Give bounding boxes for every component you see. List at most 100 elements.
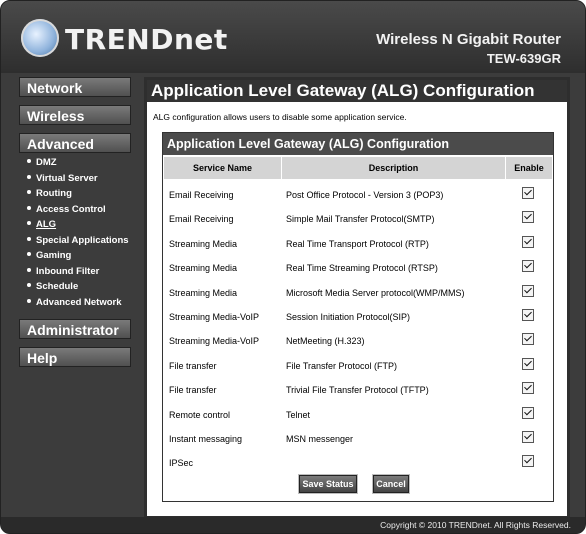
service-description: Real Time Transport Protocol (RTP): [286, 238, 429, 249]
sidebar: Network Wireless Advanced DMZ Virtual Se…: [1, 73, 141, 533]
submenu-item-label: Inbound Filter: [36, 265, 100, 277]
service-description: Post Office Protocol - Version 3 (POP3): [286, 190, 444, 200]
submenu-item-inbound-filter[interactable]: Inbound Filter: [25, 266, 135, 282]
page-title: Application Level Gateway (ALG) Configur…: [147, 80, 567, 102]
trendnet-logo-icon: [21, 19, 59, 57]
enable-checkbox[interactable]: [522, 260, 534, 273]
table-row: Streaming Media Microsoft Media Server p…: [164, 281, 552, 305]
submenu-item-label: Schedule: [36, 281, 79, 292]
menu-network[interactable]: Network: [19, 77, 131, 97]
table-row: Streaming Media-VoIP NetMeeting (H.323): [164, 329, 552, 353]
submenu-item-access-control[interactable]: Access Control: [25, 204, 135, 220]
service-description: Simple Mail Transfer Protocol(SMTP): [286, 214, 435, 225]
submenu-item-label: Special Applications: [36, 234, 129, 246]
page-description: ALG configuration allows users to disabl…: [153, 112, 407, 122]
service-name: Streaming Media: [169, 238, 238, 249]
menu-help[interactable]: Help: [19, 347, 131, 367]
enable-checkbox[interactable]: [522, 406, 534, 419]
enable-checkbox[interactable]: [522, 333, 534, 346]
enable-checkbox[interactable]: [522, 455, 534, 468]
submenu-item-routing[interactable]: Routing: [25, 188, 135, 204]
submenu-item-special-applications[interactable]: Special Applications: [25, 235, 135, 251]
save-status-button[interactable]: Save Status: [299, 475, 357, 493]
table-row: IPSec: [164, 451, 552, 475]
submenu-item-label: Virtual Server: [36, 172, 98, 184]
bullet-icon: [27, 252, 31, 257]
table-row: Streaming Media-VoIP Session Initiation …: [164, 305, 552, 329]
copyright-footer: Copyright © 2010 TRENDnet. All Rights Re…: [1, 517, 585, 533]
service-description: Real Time Streaming Protocol (RTSP): [286, 263, 438, 274]
table-row: Streaming Media Real Time Streaming Prot…: [164, 256, 552, 280]
column-header-service: Service Name: [192, 163, 253, 173]
alg-config-table: Application Level Gateway (ALG) Configur…: [162, 132, 554, 502]
service-description: NetMeeting (H.323): [286, 336, 365, 347]
service-description: MSN messenger: [286, 434, 354, 444]
service-description: File Transfer Protocol (FTP): [286, 360, 398, 371]
product-model: TEW-639GR: [486, 51, 561, 66]
service-description: Telnet: [286, 409, 311, 420]
enable-checkbox[interactable]: [522, 187, 534, 199]
service-name: Remote control: [169, 409, 231, 420]
service-name: Streaming Media-VoIP: [169, 312, 260, 322]
submenu-item-label: DMZ: [36, 157, 57, 168]
service-name: IPSec: [169, 458, 194, 469]
service-description: Microsoft Media Server protocol(WMP/MMS): [286, 287, 465, 298]
bullet-icon: [27, 221, 31, 226]
column-header-description: Description: [281, 157, 505, 179]
product-name: Wireless N Gigabit Router: [376, 31, 561, 48]
service-name: Streaming Media: [169, 263, 238, 274]
submenu-item-label: ALG: [36, 219, 57, 230]
header: TRENDnet Wireless N Gigabit Router TEW-6…: [1, 1, 585, 73]
enable-checkbox[interactable]: [522, 211, 534, 224]
submenu-item-label: Advanced Network: [36, 296, 122, 308]
cancel-button[interactable]: Cancel: [373, 475, 409, 493]
table-title: Application Level Gateway (ALG) Configur…: [163, 133, 553, 155]
table-header: Service Name Description Enable: [164, 157, 552, 179]
bullet-icon: [27, 283, 31, 288]
submenu-item-schedule[interactable]: Schedule: [25, 281, 135, 297]
bullet-icon: [27, 236, 31, 241]
bullet-icon: [27, 205, 31, 210]
main-panel: Application Level Gateway (ALG) Configur…: [144, 77, 570, 519]
table-row: File transfer File Transfer Protocol (FT…: [164, 354, 552, 378]
menu-wireless[interactable]: Wireless: [19, 105, 131, 125]
table-row: File transfer Trivial File Transfer Prot…: [164, 378, 552, 402]
submenu-item-advanced-network[interactable]: Advanced Network: [25, 297, 135, 313]
service-name: Email Receiving: [169, 214, 234, 225]
bullet-icon: [27, 174, 31, 179]
service-name: Streaming Media: [169, 287, 238, 298]
menu-advanced[interactable]: Advanced: [19, 133, 131, 153]
service-name: Email Receiving: [169, 190, 234, 200]
bullet-icon: [27, 267, 31, 272]
submenu-item-label: Access Control: [36, 203, 106, 215]
submenu-item-dmz[interactable]: DMZ: [25, 157, 135, 173]
enable-checkbox[interactable]: [522, 431, 534, 443]
enable-checkbox[interactable]: [522, 382, 534, 395]
enable-checkbox[interactable]: [522, 235, 534, 248]
table-row: Email Receiving Post Office Protocol - V…: [164, 183, 552, 207]
enable-checkbox[interactable]: [522, 357, 534, 370]
table-row: Email Receiving Simple Mail Transfer Pro…: [164, 207, 552, 231]
column-header-enable: Enable: [505, 157, 552, 179]
service-name: File transfer: [169, 360, 217, 371]
advanced-submenu: DMZ Virtual Server Routing Access Contro…: [25, 157, 135, 312]
submenu-item-gaming[interactable]: Gaming: [25, 250, 135, 266]
table-row: Remote control Telnet: [164, 403, 552, 427]
brand-logo: TRENDnet: [65, 23, 228, 56]
table-row: Streaming Media Real Time Transport Prot…: [164, 232, 552, 256]
submenu-item-label: Gaming: [36, 250, 72, 261]
enable-checkbox[interactable]: [522, 284, 534, 297]
service-description: Trivial File Transfer Protocol (TFTP): [286, 385, 429, 396]
bullet-icon: [27, 298, 31, 303]
submenu-item-alg[interactable]: ALG: [25, 219, 135, 235]
table-row: Instant messaging MSN messenger: [164, 427, 552, 451]
service-description: Session Initiation Protocol(SIP): [286, 312, 411, 322]
bullet-icon: [27, 190, 31, 195]
service-name: Streaming Media-VoIP: [169, 336, 260, 347]
service-name: Instant messaging: [169, 434, 243, 444]
bullet-icon: [27, 159, 31, 164]
enable-checkbox[interactable]: [522, 309, 534, 321]
submenu-item-label: Routing: [36, 188, 72, 199]
menu-administrator[interactable]: Administrator: [19, 319, 131, 339]
submenu-item-virtual-server[interactable]: Virtual Server: [25, 173, 135, 189]
